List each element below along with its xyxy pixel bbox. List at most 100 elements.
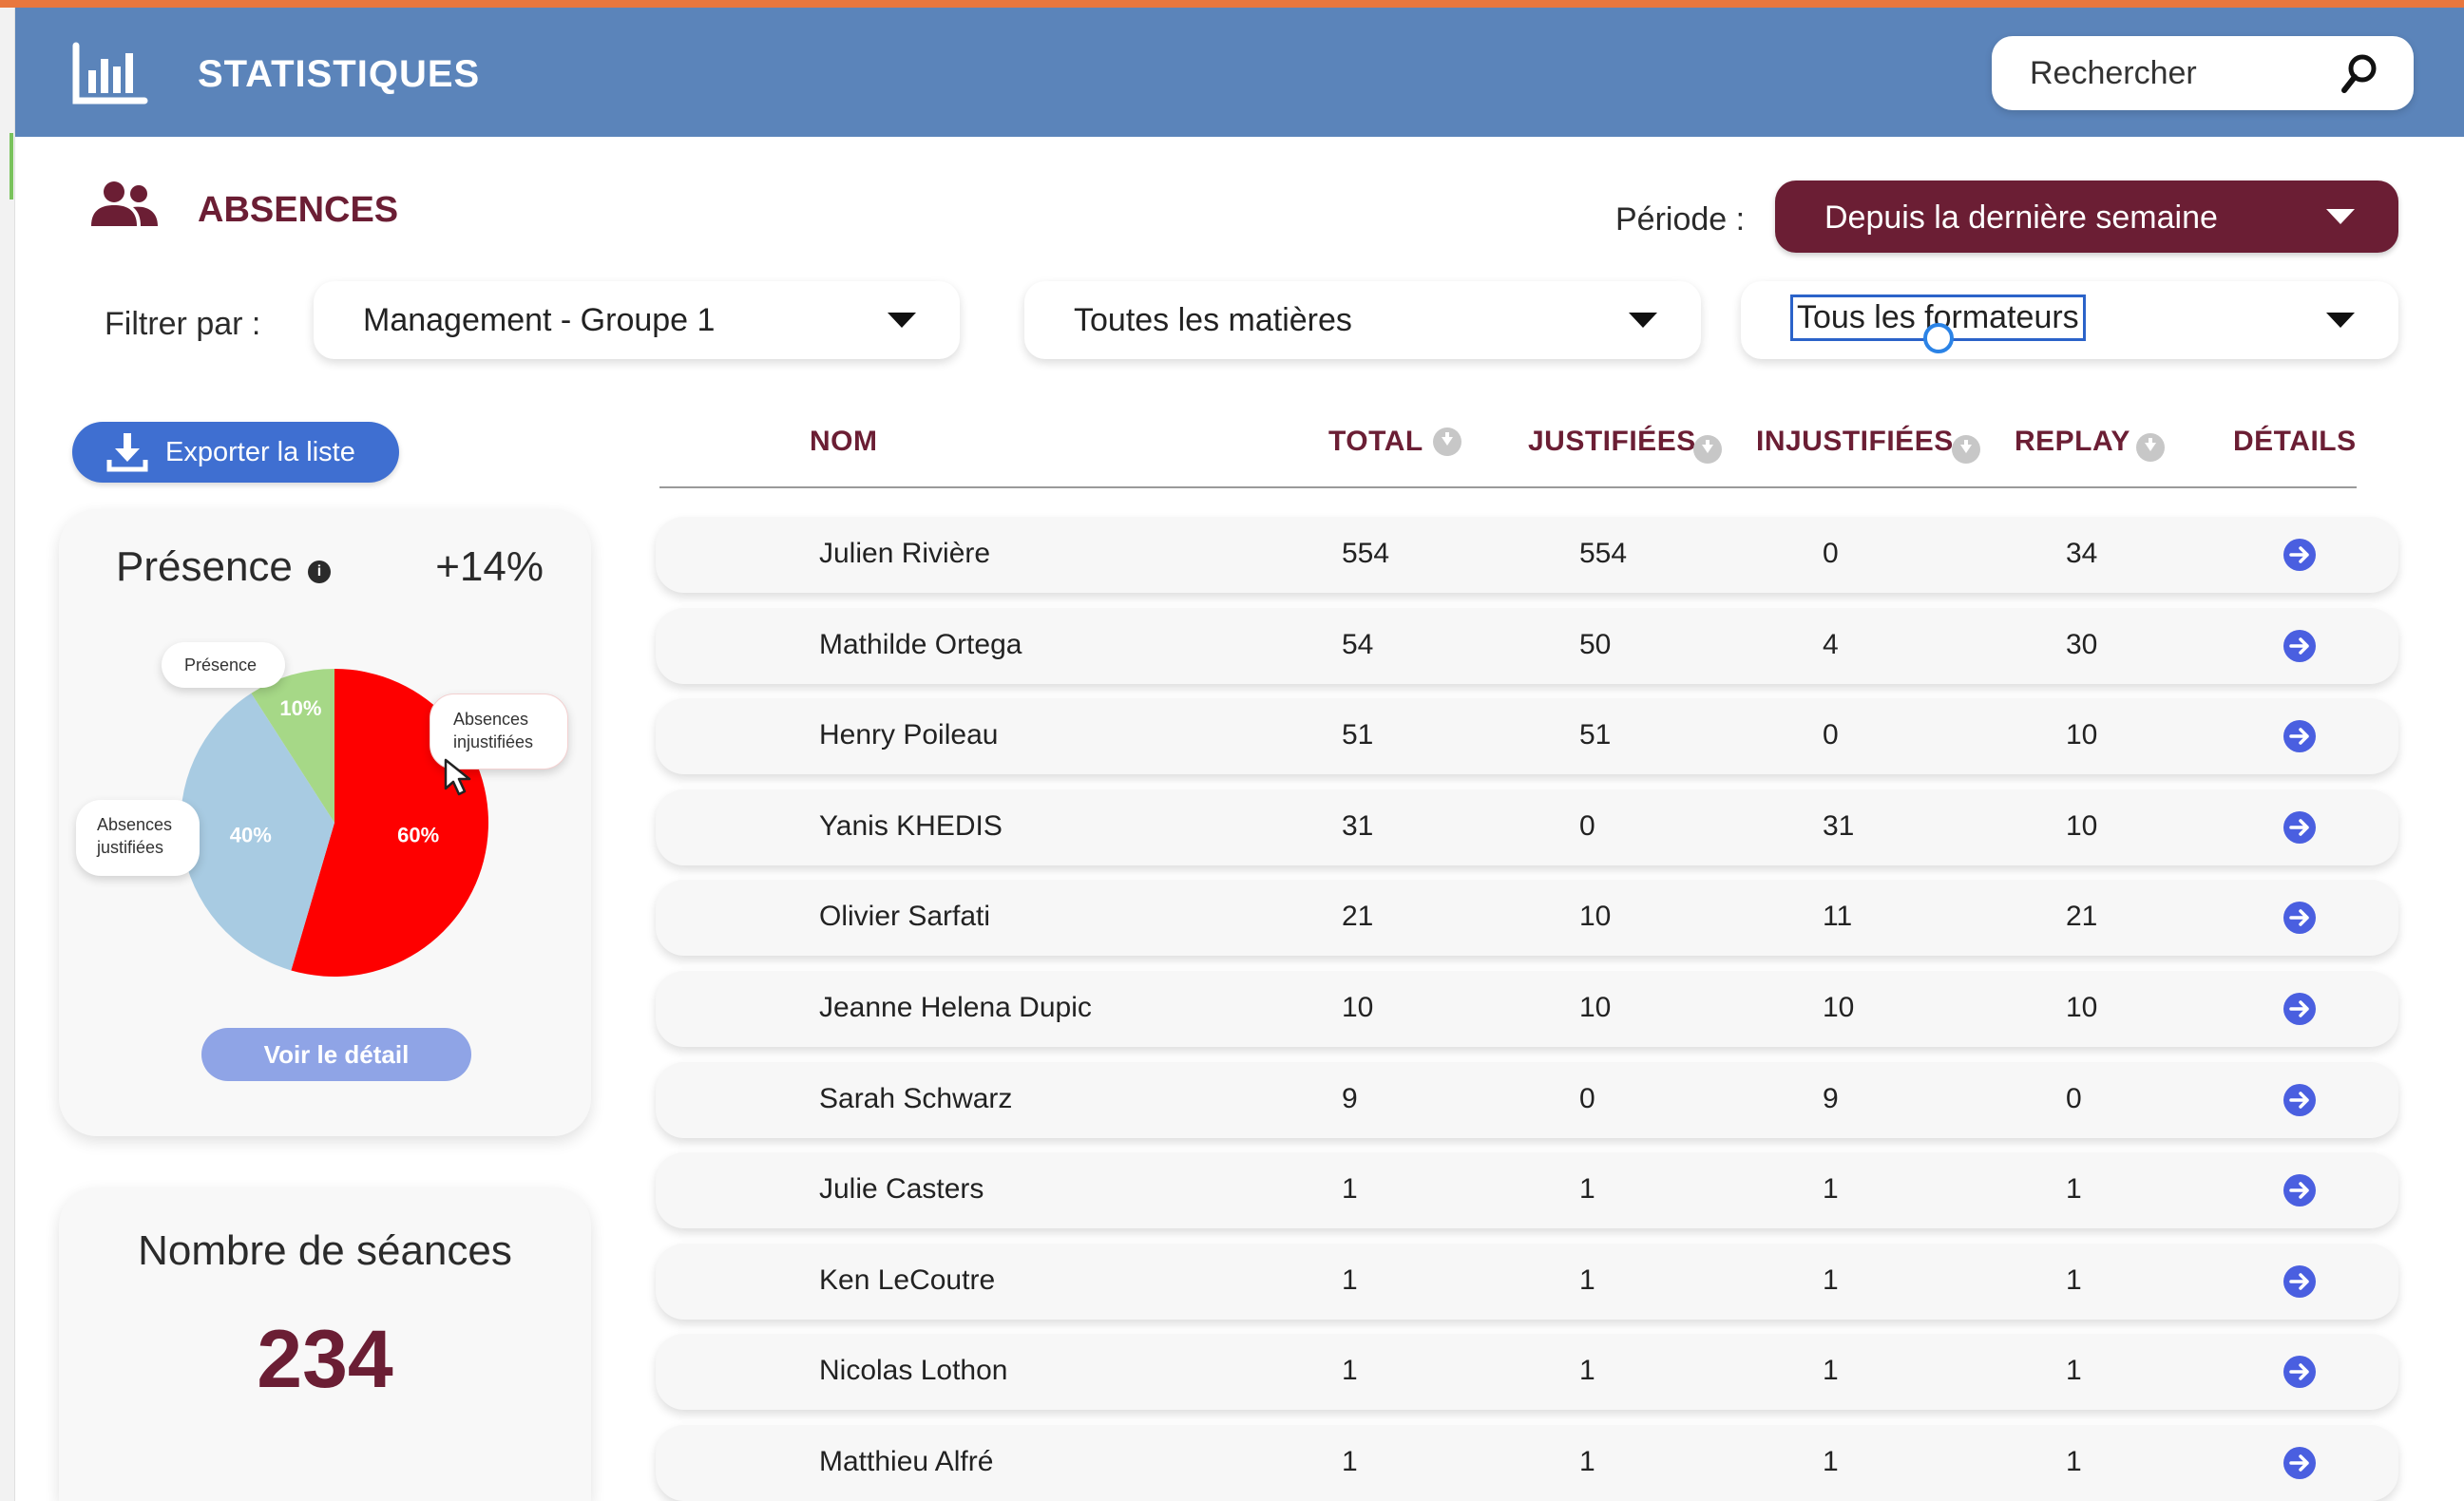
sort-down-icon[interactable] [2136,433,2165,462]
column-header-nom[interactable]: NOM [810,426,878,458]
table-row[interactable]: Yanis KHEDIS 31 0 31 10 [656,789,2398,865]
view-detail-button[interactable]: Voir le détail [201,1028,471,1081]
cell-nom: Julien Rivière [819,538,991,569]
top-accent-bar [0,0,2464,8]
arrow-right-circle-icon[interactable] [2283,538,2317,572]
cell-injustifiees: 0 [1823,719,1839,750]
chevron-down-icon [2326,313,2355,328]
cell-nom: Yanis KHEDIS [819,810,1003,842]
group-filter-dropdown[interactable]: Management - Groupe 1 [314,281,960,359]
cell-total: 54 [1342,629,1374,660]
app-header: STATISTIQUES [15,8,2464,137]
cell-replay: 10 [2066,719,2098,750]
cell-justifiees: 1 [1579,1446,1595,1477]
cell-nom: Henry Poileau [819,719,999,750]
info-icon[interactable]: i [308,560,331,583]
section-title: ABSENCES [198,190,399,230]
cell-injustifiees: 9 [1823,1083,1839,1114]
chevron-down-icon [2326,209,2355,224]
column-header-justifiees[interactable]: JUSTIFIÉES [1528,426,1696,458]
cell-total: 1 [1342,1446,1358,1477]
arrow-right-circle-icon[interactable] [2283,629,2317,663]
cell-justifiees: 554 [1579,538,1628,569]
arrow-right-circle-icon[interactable] [2283,1173,2317,1207]
sessions-title: Nombre de séances [138,1227,512,1274]
legend-bubble-justified: Absences justifiées [76,800,200,876]
cell-justifiees: 10 [1579,992,1612,1023]
cell-total: 1 [1342,1264,1358,1296]
table-row[interactable]: Julien Rivière 554 554 0 34 [656,517,2398,593]
sort-down-icon[interactable] [1952,435,1980,464]
app-title: STATISTIQUES [198,53,481,95]
table-row[interactable]: Jeanne Helena Dupic 10 10 10 10 [656,971,2398,1047]
cell-replay: 30 [2066,629,2098,660]
mouse-cursor-icon [444,758,471,796]
table-row[interactable]: Ken LeCoutre 1 1 1 1 [656,1244,2398,1320]
cell-injustifiees: 1 [1823,1446,1839,1477]
search-box[interactable] [1992,36,2414,110]
column-header-total[interactable]: TOTAL [1328,426,1423,458]
table-row[interactable]: Nicolas Lothon 1 1 1 1 [656,1334,2398,1410]
periode-dropdown[interactable]: Depuis la dernière semaine [1775,180,2398,253]
column-header-injustifiees[interactable]: INJUSTIFIÉES [1756,426,1954,458]
column-header-details: DÉTAILS [2233,426,2357,457]
arrow-right-circle-icon[interactable] [2283,810,2317,845]
cell-nom: Matthieu Alfré [819,1446,994,1477]
cell-replay: 1 [2066,1446,2082,1477]
sessions-card: Nombre de séances 234 [59,1188,591,1501]
search-icon[interactable] [2338,51,2381,95]
arrow-right-circle-icon[interactable] [2283,901,2317,935]
cell-total: 31 [1342,810,1374,842]
sort-down-icon[interactable] [1433,428,1461,456]
table-row[interactable]: Matthieu Alfré 1 1 1 1 [656,1425,2398,1501]
arrow-right-circle-icon[interactable] [2283,1083,2317,1117]
sort-down-icon[interactable] [1693,435,1722,464]
cell-injustifiees: 1 [1823,1355,1839,1386]
search-input[interactable] [2030,51,2334,95]
presence-card: Présence i +14% 60% 40% 10% Présence Absen… [59,509,591,1136]
legend-justified-line1: Absences [97,815,173,834]
cell-justifiees: 1 [1579,1173,1595,1205]
arrow-right-circle-icon[interactable] [2283,1355,2317,1389]
periode-label: Période : [1615,201,1746,238]
cell-total: 554 [1342,538,1390,569]
cell-replay: 34 [2066,538,2098,569]
trainer-filter-dropdown[interactable]: Tous les formateurs [1741,281,2398,359]
table-row[interactable]: Julie Casters 1 1 1 1 [656,1152,2398,1228]
cell-replay: 1 [2066,1264,2082,1296]
cell-justifiees: 51 [1579,719,1612,750]
table-row[interactable]: Olivier Sarfati 21 10 11 21 [656,880,2398,956]
cell-justifiees: 10 [1579,901,1612,932]
table-row[interactable]: Mathilde Ortega 54 50 4 30 [656,608,2398,684]
chevron-down-icon [1629,313,1657,328]
filter-label: Filtrer par : [105,306,261,342]
table-row[interactable]: Henry Poileau 51 51 0 10 [656,698,2398,774]
cell-nom: Jeanne Helena Dupic [819,992,1092,1023]
pie-slice-label: 10% [279,696,321,720]
cell-total: 9 [1342,1083,1358,1114]
subject-filter-dropdown[interactable]: Toutes les matières [1024,281,1701,359]
cell-injustifiees: 10 [1823,992,1855,1023]
cell-total: 1 [1342,1355,1358,1386]
cell-replay: 21 [2066,901,2098,932]
arrow-right-circle-icon[interactable] [2283,1446,2317,1480]
export-list-label: Exporter la liste [165,437,355,467]
cell-justifiees: 1 [1579,1355,1595,1386]
cell-injustifiees: 11 [1823,901,1853,932]
cell-justifiees: 1 [1579,1264,1595,1296]
arrow-right-circle-icon[interactable] [2283,719,2317,753]
column-header-replay[interactable]: REPLAY [2015,426,2130,458]
group-filter-value: Management - Groupe 1 [363,302,716,338]
arrow-right-circle-icon[interactable] [2283,992,2317,1026]
export-list-button[interactable]: Exporter la liste [72,422,399,483]
legend-unjustified-line1: Absences [453,710,529,729]
arrow-right-circle-icon[interactable] [2283,1264,2317,1299]
text-cursor-handle [1923,323,1954,353]
cell-replay: 0 [2066,1083,2082,1114]
sessions-count: 234 [257,1314,393,1405]
cell-injustifiees: 4 [1823,629,1839,660]
cell-total: 21 [1342,901,1374,932]
download-icon [106,433,148,472]
cell-nom: Olivier Sarfati [819,901,991,932]
table-row[interactable]: Sarah Schwarz 9 0 9 0 [656,1062,2398,1138]
